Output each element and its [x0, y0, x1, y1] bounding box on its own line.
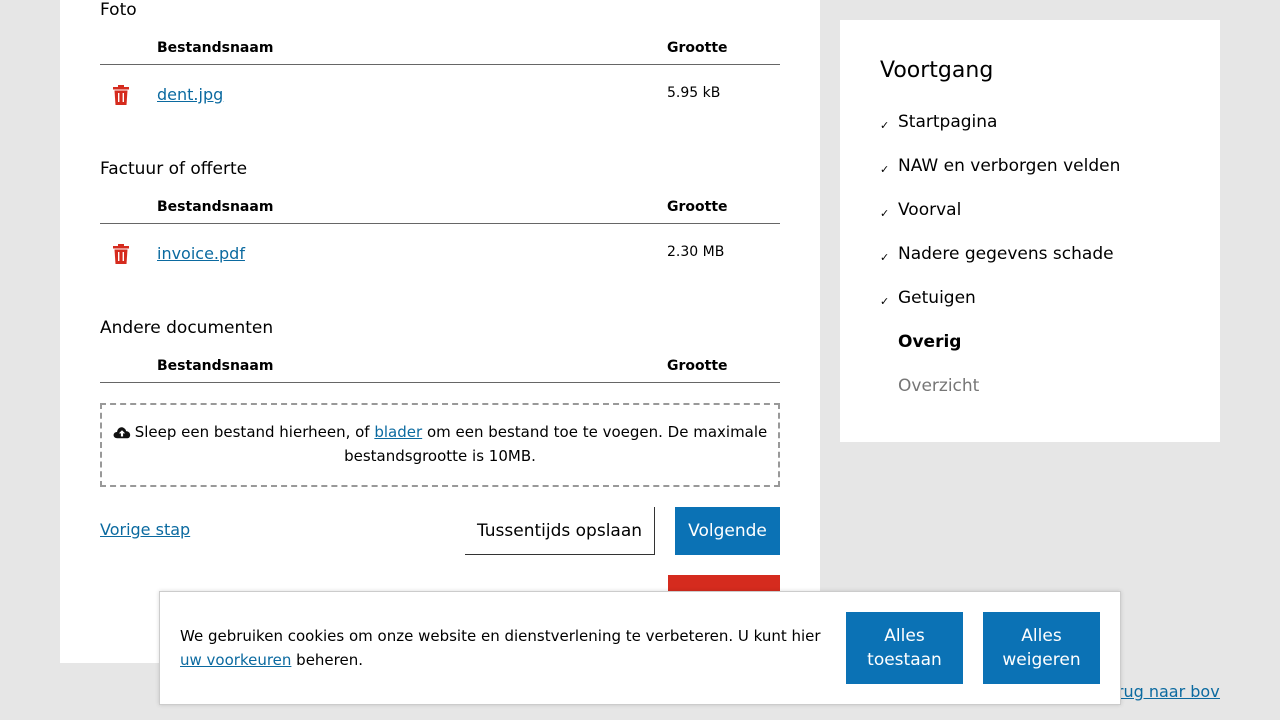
column-header-size: Grootte	[667, 199, 728, 215]
cloud-upload-icon	[113, 427, 130, 439]
table-header: Bestandsnaam Grootte	[100, 358, 780, 383]
accept-all-cookies-button[interactable]: Alles toestaan	[846, 612, 963, 684]
check-icon: ✓	[880, 251, 890, 264]
cookie-banner: We gebruiken cookies om onze website en …	[159, 591, 1121, 705]
column-header-filename: Bestandsnaam	[157, 199, 274, 215]
section-title-andere: Andere documenten	[100, 318, 274, 338]
file-link[interactable]: invoice.pdf	[157, 244, 245, 263]
table-header: Bestandsnaam Grootte	[100, 40, 780, 65]
table-row: dent.jpg 5.95 kB	[100, 65, 780, 123]
check-icon: ✓	[880, 119, 890, 132]
progress-step-label: Overig	[898, 332, 962, 352]
table-header: Bestandsnaam Grootte	[100, 199, 780, 224]
progress-step-label: Voorval	[898, 200, 962, 220]
file-table-andere: Bestandsnaam Grootte	[100, 358, 780, 383]
progress-step-label: Overzicht	[898, 376, 980, 396]
progress-title: Voortgang	[880, 58, 994, 83]
cookie-text-before: We gebruiken cookies om onze website en …	[180, 627, 821, 645]
progress-step-label: Getuigen	[898, 288, 976, 308]
file-table-foto: Bestandsnaam Grootte dent.jpg 5.95 kB	[100, 40, 780, 123]
file-table-factuur: Bestandsnaam Grootte invoice.pdf 2.30 MB	[100, 199, 780, 282]
dropzone-text-before: Sleep een bestand hierheen, of	[134, 423, 375, 441]
cookie-preferences-link[interactable]: uw voorkeuren	[180, 651, 291, 669]
column-header-filename: Bestandsnaam	[157, 358, 274, 374]
column-header-size: Grootte	[667, 358, 728, 374]
section-title-factuur: Factuur of offerte	[100, 159, 248, 179]
table-row: invoice.pdf 2.30 MB	[100, 224, 780, 282]
check-icon: ✓	[880, 295, 890, 308]
progress-step-label: Startpagina	[898, 112, 998, 132]
form-card: Foto Bestandsnaam Grootte dent.jpg 5.95 …	[60, 0, 820, 663]
cookie-text: We gebruiken cookies om onze website en …	[180, 624, 830, 672]
section-title-foto: Foto	[100, 0, 137, 20]
next-button[interactable]: Volgende	[675, 507, 780, 555]
save-draft-button[interactable]: Tussentijds opslaan	[465, 507, 655, 555]
check-icon: ✓	[880, 207, 890, 220]
trash-icon[interactable]	[112, 85, 130, 105]
browse-link[interactable]: blader	[374, 423, 422, 441]
trash-icon[interactable]	[112, 244, 130, 264]
reject-all-cookies-button[interactable]: Alles weigeren	[983, 612, 1100, 684]
file-size: 2.30 MB	[667, 244, 725, 260]
column-header-filename: Bestandsnaam	[157, 40, 274, 56]
file-dropzone[interactable]: Sleep een bestand hierheen, of blader om…	[100, 403, 780, 487]
file-size: 5.95 kB	[667, 85, 721, 101]
progress-step-label: Nadere gegevens schade	[898, 244, 1114, 264]
column-header-size: Grootte	[667, 40, 728, 56]
progress-step-label: NAW en verborgen velden	[898, 156, 1121, 176]
previous-step-link[interactable]: Vorige stap	[100, 520, 190, 539]
cookie-text-after: beheren.	[291, 651, 364, 669]
progress-panel: Voortgang ✓ Startpagina ✓ NAW en verborg…	[840, 20, 1220, 442]
file-link[interactable]: dent.jpg	[157, 85, 223, 104]
check-icon: ✓	[880, 163, 890, 176]
